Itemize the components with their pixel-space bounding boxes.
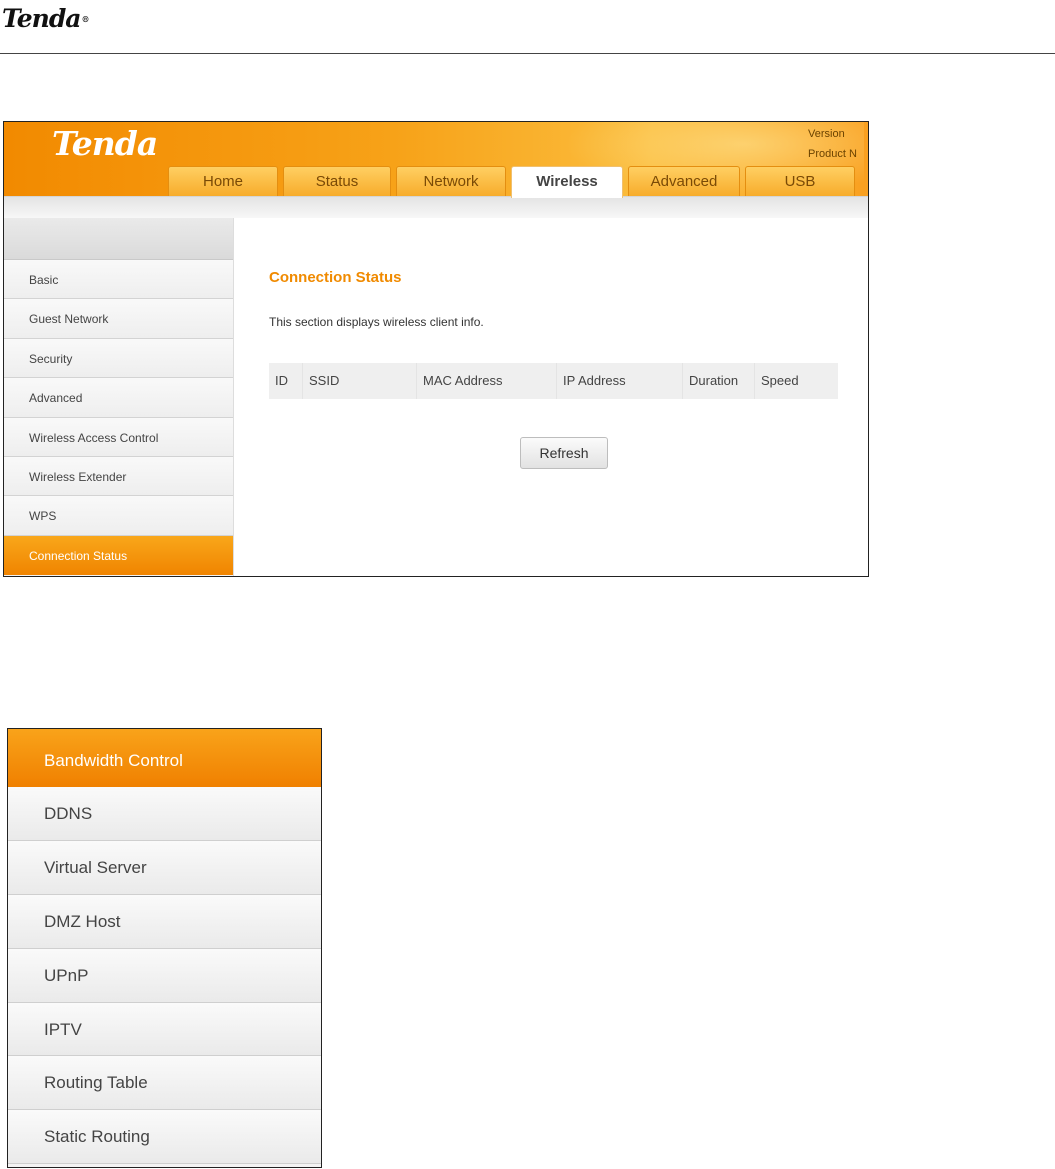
tab-status[interactable]: Status <box>283 166 391 196</box>
main-nav-tabs: Home Status Network Wireless Advanced US… <box>168 166 860 198</box>
sidebar-item-wps[interactable]: WPS <box>4 496 233 536</box>
menu-item-dmz-host[interactable]: DMZ Host <box>8 894 321 949</box>
router-logo: Tenda <box>52 124 158 163</box>
sidebar-header <box>4 218 233 260</box>
tab-wireless[interactable]: Wireless <box>511 166 623 198</box>
menu-item-routing-table[interactable]: Routing Table <box>8 1056 321 1111</box>
tab-advanced[interactable]: Advanced <box>628 166 740 196</box>
advanced-menu-screenshot: Bandwidth Control DDNS Virtual Server DM… <box>7 728 322 1168</box>
menu-item-ddns[interactable]: DDNS <box>8 787 321 841</box>
router-screenshot-connection-status: Tenda Version Product N Home Status Netw… <box>3 121 869 577</box>
page-title: Connection Status <box>269 269 402 286</box>
version-label: Version <box>808 128 845 140</box>
refresh-button[interactable]: Refresh <box>520 437 608 469</box>
subheader-band <box>4 196 868 218</box>
version-info: Version Product N <box>808 124 868 164</box>
product-label: Product N <box>808 148 857 160</box>
menu-item-iptv[interactable]: IPTV <box>8 1002 321 1057</box>
document-logo: Tenda® <box>2 4 132 34</box>
column-id: ID <box>269 363 303 399</box>
column-duration: Duration <box>683 363 755 399</box>
sidebar-item-connection-status[interactable]: Connection Status <box>4 535 233 576</box>
tab-network[interactable]: Network <box>396 166 506 196</box>
tab-usb[interactable]: USB <box>745 166 855 196</box>
column-ip-address: IP Address <box>557 363 683 399</box>
sidebar-item-basic[interactable]: Basic <box>4 260 233 300</box>
page-description: This section displays wireless client in… <box>269 315 484 329</box>
sidebar-item-advanced[interactable]: Advanced <box>4 378 233 418</box>
tab-home[interactable]: Home <box>168 166 278 196</box>
document-logo-text: Tenda <box>2 4 81 33</box>
sidebar-item-guest-network[interactable]: Guest Network <box>4 299 233 339</box>
column-speed: Speed <box>761 373 799 388</box>
menu-item-virtual-server[interactable]: Virtual Server <box>8 840 321 895</box>
menu-item-static-routing[interactable]: Static Routing <box>8 1110 321 1165</box>
registered-mark: ® <box>81 14 90 24</box>
sidebar-item-security[interactable]: Security <box>4 338 233 379</box>
client-table-header: ID SSID MAC Address IP Address Duration … <box>269 363 838 399</box>
menu-item-upnp[interactable]: UPnP <box>8 948 321 1003</box>
sidebar-item-wireless-extender[interactable]: Wireless Extender <box>4 456 233 497</box>
sidebar-item-wireless-access-control[interactable]: Wireless Access Control <box>4 417 233 457</box>
menu-item-bandwidth-control[interactable]: Bandwidth Control <box>8 729 321 787</box>
wireless-sidebar: Basic Guest Network Security Advanced Wi… <box>4 218 234 576</box>
column-ssid: SSID <box>303 363 417 399</box>
content-panel: Connection Status This section displays … <box>237 218 868 576</box>
column-mac-address: MAC Address <box>417 363 557 399</box>
header-divider <box>0 53 1055 54</box>
